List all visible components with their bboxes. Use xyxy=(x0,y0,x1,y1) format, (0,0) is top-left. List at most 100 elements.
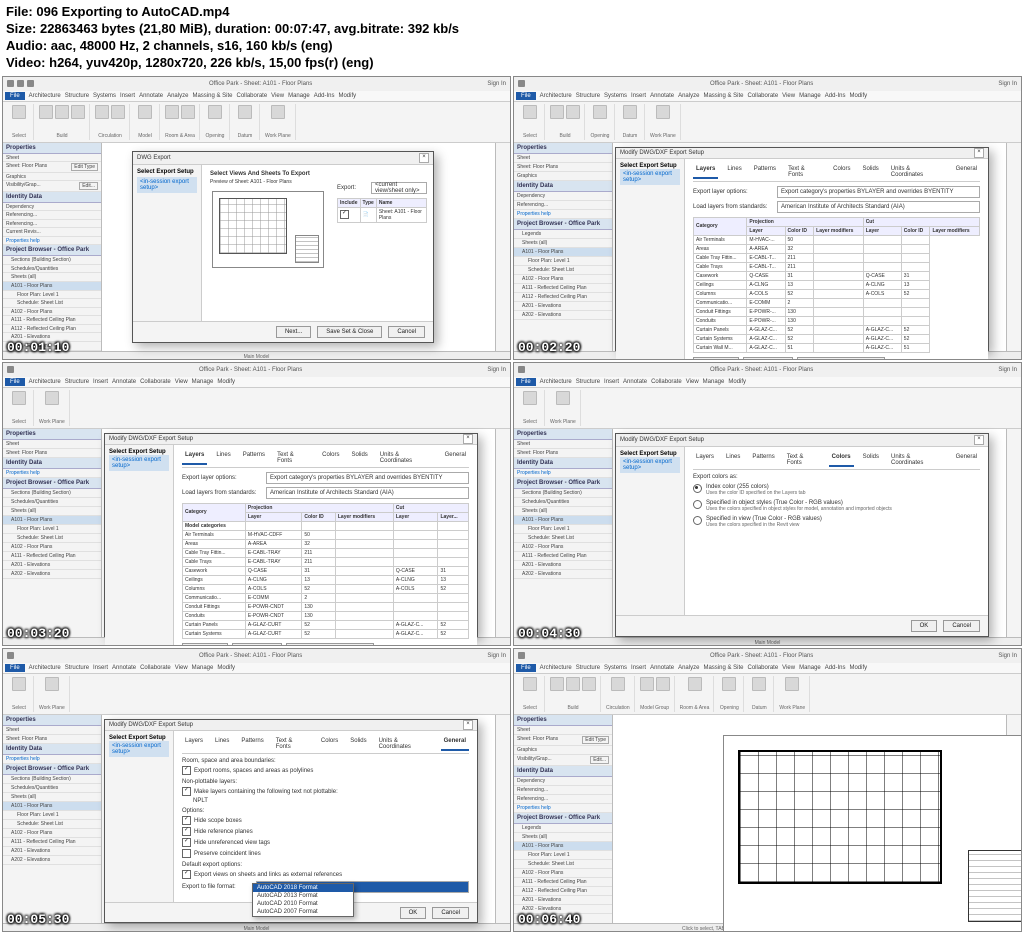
cancel-button[interactable]: Cancel xyxy=(432,907,469,919)
file-tab[interactable]: File xyxy=(5,92,25,100)
ribbon-icon[interactable] xyxy=(271,105,285,119)
layer-mapping-table: CategoryProjectionCut LayerColor IDLayer… xyxy=(693,217,980,353)
layer-row[interactable]: CeilingsA-CLNG13A-CLNG13 xyxy=(183,575,469,584)
layer-row[interactable]: ColumnsA-COLS52A-COLS52 xyxy=(183,584,469,593)
layer-row[interactable]: CaseworkQ-CASE31Q-CASE31 xyxy=(694,271,980,280)
ribbon-icon[interactable] xyxy=(95,105,109,119)
close-icon[interactable]: × xyxy=(463,434,473,444)
layer-row[interactable]: CaseworkQ-CASE31Q-CASE31 xyxy=(183,566,469,575)
format-option[interactable]: AutoCAD 2007 Format xyxy=(253,908,353,916)
layer-row[interactable]: Cable Tray Fittin...E-CABL-T...211 xyxy=(694,253,980,262)
tab-systems[interactable]: Systems xyxy=(93,93,116,99)
ribbon-icon[interactable] xyxy=(12,105,26,119)
load-layers-standard[interactable]: American Institute of Architects Standar… xyxy=(777,201,980,213)
format-option[interactable]: AutoCAD 2013 Format xyxy=(253,892,353,900)
edit-type-btn[interactable]: Edit Type xyxy=(71,163,98,170)
dwg-export-dialog: DWG Export × Select Export Setup <in-ses… xyxy=(132,151,434,343)
nonplot-checkbox[interactable] xyxy=(182,787,191,796)
tab-annotate[interactable]: Annotate xyxy=(139,93,163,99)
tab-analyze[interactable]: Analyze xyxy=(167,93,188,99)
file-format-dropdown-list: AutoCAD 2018 Format AutoCAD 2013 Format … xyxy=(252,883,354,917)
tab-architecture[interactable]: Architecture xyxy=(29,93,61,99)
close-icon[interactable]: × xyxy=(419,153,429,163)
cancel-button[interactable]: Cancel xyxy=(943,620,980,632)
left-panel: Properties Sheet Sheet: Floor PlansEdit … xyxy=(3,143,102,351)
layer-row[interactable]: ColumnsA-COLS52A-COLS52 xyxy=(694,289,980,298)
export-list-table: IncludeTypeName 📄Sheet: A101 - Floor Pla… xyxy=(337,198,427,223)
ribbon-icon[interactable] xyxy=(71,105,85,119)
close-icon[interactable]: × xyxy=(974,435,984,445)
ok-button[interactable]: OK xyxy=(400,907,427,919)
layer-row[interactable]: Conduit FittingsE-POWR-CNDT130 xyxy=(183,602,469,611)
drawing-canvas[interactable] xyxy=(613,715,1006,923)
window-titlebar: Office Park - Sheet: A101 - Floor Plans … xyxy=(3,77,510,91)
format-option[interactable]: AutoCAD 2018 Format xyxy=(253,884,353,892)
layer-row[interactable]: Curtain SystemsA-GLAZ-CURT52A-GLAZ-C...5… xyxy=(183,629,469,638)
ribbon-icon[interactable] xyxy=(55,105,69,119)
thumb-3: Office Park - Sheet: A101 - Floor PlansS… xyxy=(2,362,511,646)
sheet-preview xyxy=(212,191,324,268)
layer-row[interactable]: Air TerminalsM-HVAC-CDFF50 xyxy=(183,530,469,539)
cancel-button[interactable]: Cancel xyxy=(388,326,425,338)
format-option[interactable]: AutoCAD 2010 Format xyxy=(253,900,353,908)
close-icon[interactable]: × xyxy=(463,720,473,730)
close-icon[interactable]: × xyxy=(974,148,984,158)
layer-row[interactable]: Conduit FittingsE-POWR-...130 xyxy=(694,307,980,316)
tab-addins[interactable]: Add-Ins xyxy=(314,93,335,99)
tab-layers[interactable]: Layers xyxy=(693,165,718,179)
ok-button[interactable]: OK xyxy=(911,620,938,632)
layer-row[interactable]: Cable TraysE-CABL-TRAY211 xyxy=(183,557,469,566)
color-option-object-styles[interactable]: Specified in object styles (True Color -… xyxy=(693,500,980,512)
layer-row[interactable]: Communicatio...E-COMM2 xyxy=(183,593,469,602)
layer-row[interactable]: ConduitsE-POWR-...130 xyxy=(694,316,980,325)
ribbon-icon[interactable] xyxy=(181,105,195,119)
tab-collaborate[interactable]: Collaborate xyxy=(236,93,267,99)
layer-row[interactable]: Cable TraysE-CABL-T...211 xyxy=(694,262,980,271)
layer-row[interactable]: AreasA-AREA32 xyxy=(694,244,980,253)
layer-row[interactable]: CeilingsA-CLNG13A-CLNG13 xyxy=(694,280,980,289)
include-checkbox[interactable] xyxy=(340,210,349,219)
tab-structure[interactable]: Structure xyxy=(65,93,89,99)
ribbon-icon[interactable] xyxy=(208,105,222,119)
export-rooms-checkbox[interactable] xyxy=(182,766,191,775)
layer-row[interactable]: Curtain PanelsA-GLAZ-CURT52A-GLAZ-C...52 xyxy=(183,620,469,629)
layer-row[interactable]: Curtain PanelsA-GLAZ-C...52A-GLAZ-C...52 xyxy=(694,325,980,334)
ribbon-icon[interactable] xyxy=(39,105,53,119)
next-button[interactable]: Next... xyxy=(276,326,311,338)
layer-row[interactable]: AreasA-AREA32 xyxy=(183,539,469,548)
radio-icon xyxy=(693,516,702,525)
tab-manage[interactable]: Manage xyxy=(288,93,310,99)
tab-colors[interactable]: Colors xyxy=(829,453,854,467)
sign-in[interactable]: Sign In xyxy=(487,81,506,87)
layer-row[interactable]: Curtain Wall M...A-GLAZ-C...51A-GLAZ-C..… xyxy=(694,343,980,352)
export-layer-options[interactable]: Export category's properties BYLAYER and… xyxy=(777,186,980,198)
tab-insert[interactable]: Insert xyxy=(120,93,135,99)
ribbon-icon[interactable] xyxy=(111,105,125,119)
ribbon-icon[interactable] xyxy=(165,105,179,119)
tab-modify[interactable]: Modify xyxy=(338,93,356,99)
export-scope-dropdown[interactable]: <current view/sheet only> xyxy=(371,182,427,194)
layer-row[interactable]: Communicatio...E-COMM2 xyxy=(694,298,980,307)
edit-btn[interactable]: Edit... xyxy=(79,182,98,189)
sheet-view xyxy=(723,735,1022,932)
export-tabs: Layers Lines Patterns Text & Fonts Color… xyxy=(693,165,980,182)
nonplot-text[interactable]: NPLT xyxy=(193,798,253,804)
layer-row[interactable]: Curtain SystemsA-GLAZ-C...52A-GLAZ-C...5… xyxy=(694,334,980,343)
save-set-button[interactable]: Save Set & Close xyxy=(317,326,382,338)
layer-row[interactable]: Cable Tray Fittin...E-CABL-TRAY211 xyxy=(183,548,469,557)
layer-row[interactable]: Air TerminalsM-HVAC-...50 xyxy=(694,235,980,244)
ribbon-icon[interactable] xyxy=(238,105,252,119)
color-option-view[interactable]: Specified in view (True Color - RGB valu… xyxy=(693,516,980,528)
ribbon-icon[interactable] xyxy=(138,105,152,119)
ribbon-body: Select Build Circulation Model Room & Ar… xyxy=(3,102,510,143)
color-option-index[interactable]: Index color (255 colors)Uses the color I… xyxy=(693,484,980,496)
modify-export-dialog: Modify DWG/DXF Export Setup× Select Expo… xyxy=(615,433,989,637)
thumb-1: Office Park - Sheet: A101 - Floor Plans … xyxy=(2,76,511,360)
window-title: Office Park - Sheet: A101 - Floor Plans xyxy=(209,81,312,87)
export-setup-item[interactable]: <in-session export setup> xyxy=(137,177,197,193)
modify-export-dialog: Modify DWG/DXF Export Setup× Select Expo… xyxy=(104,719,478,923)
tab-massing[interactable]: Massing & Site xyxy=(192,93,232,99)
tab-general[interactable]: General xyxy=(441,737,469,751)
tab-view[interactable]: View xyxy=(271,93,284,99)
layer-row[interactable]: ConduitsE-POWR-CNDT130 xyxy=(183,611,469,620)
